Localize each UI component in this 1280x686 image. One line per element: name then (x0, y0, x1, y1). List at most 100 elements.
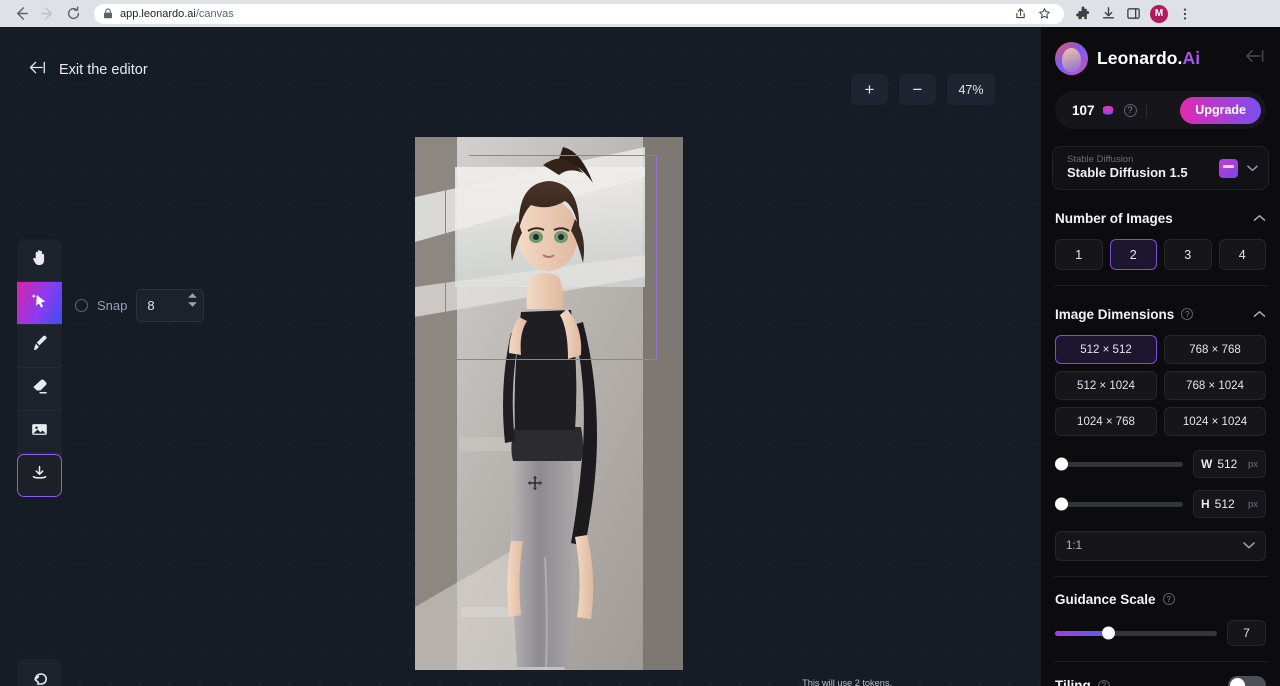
forward-arrow-icon[interactable] (34, 1, 60, 27)
width-slider-knob[interactable] (1055, 458, 1068, 471)
download-tool[interactable] (17, 454, 62, 497)
back-arrow-icon[interactable] (8, 1, 34, 27)
token-count: 107 (1072, 103, 1095, 118)
model-badge-icon (1219, 159, 1238, 178)
help-icon[interactable]: ? (1163, 593, 1175, 605)
model-name: Stable Diffusion 1.5 (1067, 165, 1188, 182)
image-icon (30, 420, 49, 444)
collapse-panel-icon[interactable] (1244, 48, 1266, 69)
stepper-up-icon (187, 292, 198, 299)
chevron-up-icon[interactable] (1253, 305, 1266, 323)
snap-stepper[interactable] (187, 292, 198, 308)
tiling-title: Tiling (1055, 678, 1091, 686)
dimension-preset-1024x768[interactable]: 1024 × 768 (1055, 407, 1157, 436)
chevron-down-icon[interactable] (1243, 540, 1255, 552)
zoom-controls: + − 47% (851, 74, 995, 105)
app-root: Exit the editor + − 47% (0, 27, 1280, 686)
selection-handle[interactable] (457, 152, 469, 163)
canvas-area[interactable]: Exit the editor + − 47% (0, 27, 1040, 686)
token-card: 107 ? Upgrade (1055, 91, 1266, 129)
guidance-scale-value[interactable]: 7 (1227, 620, 1266, 646)
num-images-option-4[interactable]: 4 (1219, 239, 1267, 270)
snap-input[interactable]: 8 (136, 289, 204, 322)
exit-editor-button[interactable]: Exit the editor (28, 60, 148, 80)
move-cursor-icon (527, 475, 543, 491)
guidance-scale-control: 7 (1041, 620, 1280, 646)
eraser-tool[interactable] (17, 368, 62, 411)
snap-toggle[interactable] (75, 299, 88, 312)
number-of-images-header[interactable]: Number of Images (1041, 208, 1280, 228)
guidance-scale-knob[interactable] (1102, 627, 1115, 640)
chevron-down-icon[interactable] (1247, 159, 1258, 177)
help-icon[interactable]: ? (1098, 680, 1110, 686)
num-images-option-3[interactable]: 3 (1164, 239, 1212, 270)
dimension-preset-512x1024[interactable]: 512 × 1024 (1055, 371, 1157, 400)
zoom-out-button[interactable]: − (899, 74, 936, 105)
image-tool[interactable] (17, 411, 62, 454)
url-text: app.leonardo.ai/canvas (120, 8, 234, 20)
puzzle-icon[interactable] (1072, 3, 1094, 25)
image-dimensions-header[interactable]: Image Dimensions ? (1041, 304, 1280, 324)
sidepanel-icon[interactable] (1122, 3, 1144, 25)
settings-panel: Leonardo.Ai 107 ? Upgrade Stable Diffusi… (1040, 27, 1280, 686)
height-unit: px (1248, 499, 1258, 510)
tiling-control: Tiling ? (1041, 676, 1280, 686)
height-input[interactable]: H 512 px (1193, 490, 1266, 518)
zoom-in-button[interactable]: + (851, 74, 888, 105)
height-slider-knob[interactable] (1055, 498, 1068, 511)
canvas-image[interactable] (415, 137, 683, 670)
eraser-icon (30, 377, 49, 401)
snap-control: Snap 8 (75, 289, 204, 322)
share-icon[interactable] (1009, 3, 1031, 25)
brand-header: Leonardo.Ai (1041, 27, 1280, 75)
three-dot-menu-icon[interactable] (1174, 3, 1196, 25)
brush-tool[interactable] (17, 325, 62, 368)
num-images-option-2[interactable]: 2 (1110, 239, 1158, 270)
address-bar[interactable]: app.leonardo.ai/canvas (94, 4, 1064, 24)
model-category: Stable Diffusion (1067, 154, 1188, 166)
cursor-sparkle-icon (30, 291, 49, 315)
help-icon[interactable]: ? (1181, 308, 1193, 320)
divider (1053, 576, 1268, 577)
reload-icon[interactable] (60, 1, 86, 27)
width-input[interactable]: W 512 px (1193, 450, 1266, 478)
token-help-icon[interactable]: ? (1124, 104, 1137, 117)
height-key: H (1201, 497, 1210, 511)
zoom-level-label[interactable]: 47% (947, 74, 995, 105)
hand-tool[interactable] (17, 239, 62, 282)
height-control: H 512 px (1041, 490, 1280, 518)
dimension-presets: 512 × 512 768 × 768 512 × 1024 768 × 102… (1041, 335, 1280, 436)
model-selector[interactable]: Stable Diffusion Stable Diffusion 1.5 (1052, 146, 1269, 190)
image-dimensions-title: Image Dimensions (1055, 307, 1174, 322)
height-slider[interactable] (1055, 502, 1183, 507)
browser-toolbar: app.leonardo.ai/canvas M (0, 0, 1280, 27)
brand-avatar[interactable] (1055, 42, 1088, 75)
width-value: 512 (1217, 457, 1237, 471)
tool-rail (17, 239, 62, 497)
undo-button[interactable] (17, 659, 62, 686)
dimension-preset-768x1024[interactable]: 768 × 1024 (1164, 371, 1266, 400)
dimension-preset-768x768[interactable]: 768 × 768 (1164, 335, 1266, 364)
divider (1053, 661, 1268, 662)
tiling-toggle[interactable] (1228, 676, 1266, 686)
width-slider[interactable] (1055, 462, 1183, 467)
width-unit: px (1248, 459, 1258, 470)
download-icon[interactable] (1097, 3, 1119, 25)
star-icon[interactable] (1033, 3, 1055, 25)
guidance-scale-slider[interactable] (1055, 631, 1217, 636)
guidance-scale-header: Guidance Scale ? (1041, 589, 1280, 609)
download-canvas-icon (30, 464, 49, 488)
token-coin-icon (1101, 104, 1115, 117)
dimension-preset-1024x1024[interactable]: 1024 × 1024 (1164, 407, 1266, 436)
avatar[interactable]: M (1150, 5, 1168, 23)
num-images-option-1[interactable]: 1 (1055, 239, 1103, 270)
dimension-preset-512x512[interactable]: 512 × 512 (1055, 335, 1157, 364)
chevron-up-icon[interactable] (1253, 209, 1266, 227)
width-key: W (1201, 457, 1212, 471)
width-control: W 512 px (1041, 450, 1280, 478)
divider (1053, 285, 1268, 286)
stepper-down-icon (187, 301, 198, 308)
aspect-ratio-select[interactable]: 1:1 (1055, 531, 1266, 561)
select-tool[interactable] (17, 282, 62, 325)
upgrade-button[interactable]: Upgrade (1180, 97, 1261, 124)
